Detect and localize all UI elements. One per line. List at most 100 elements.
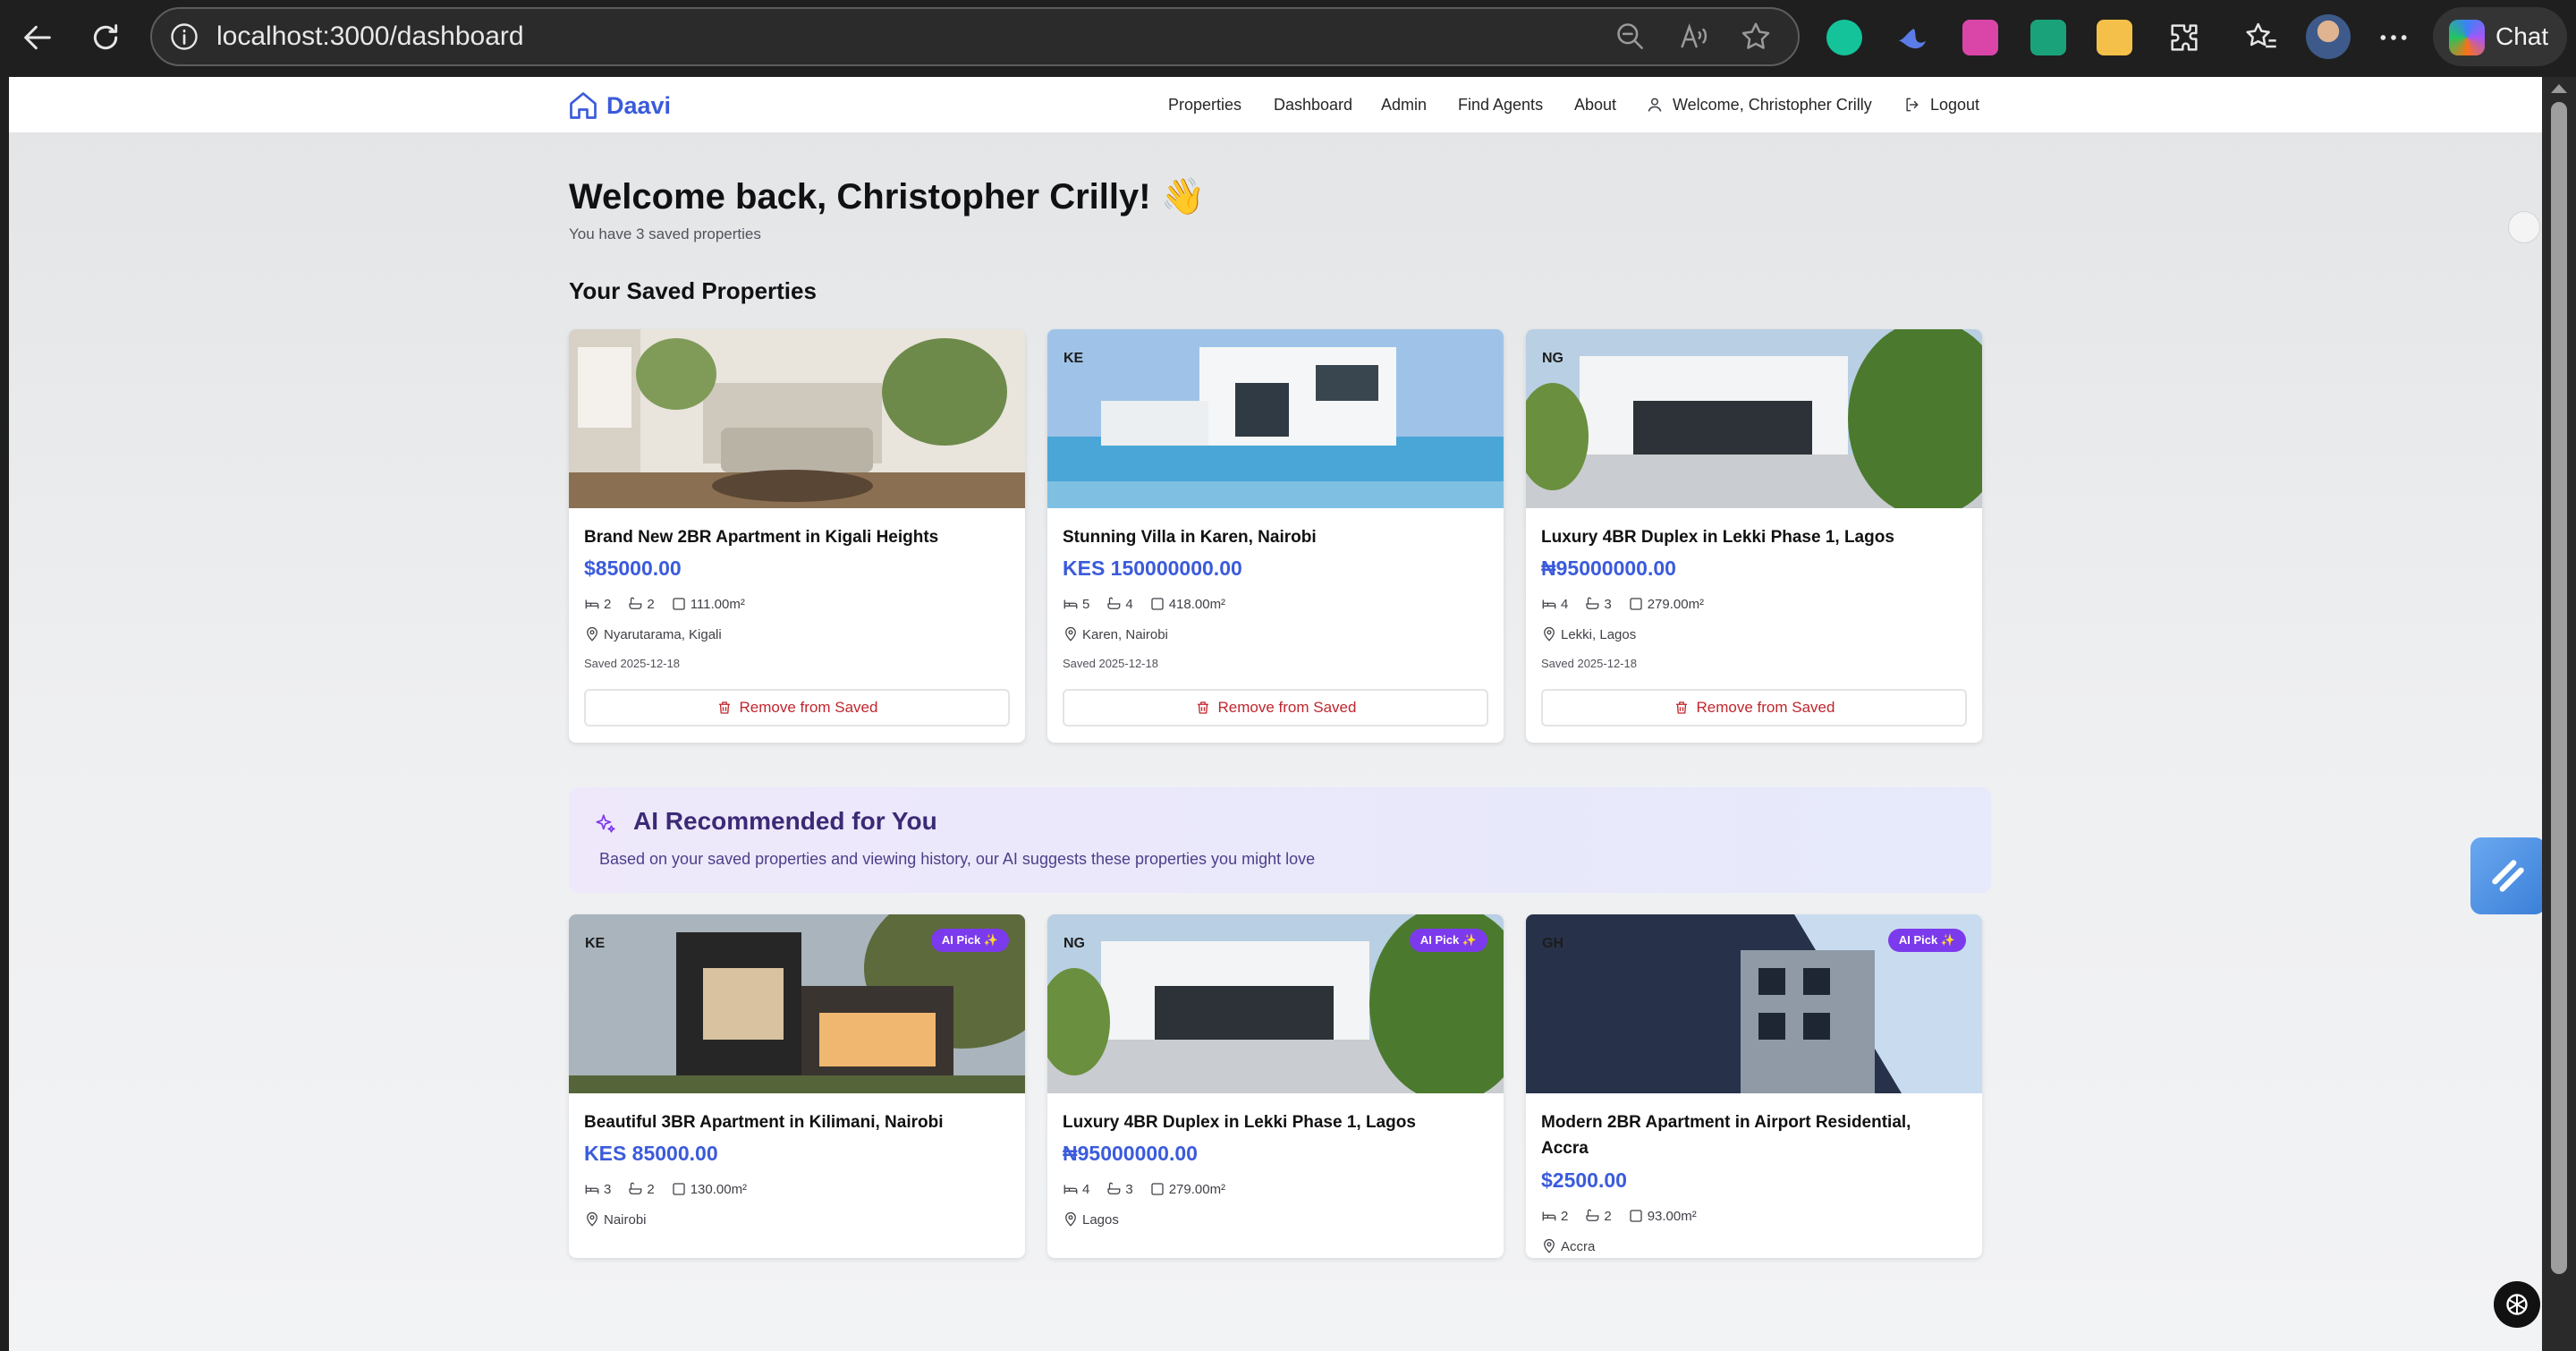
extension-chatgpt-icon[interactable] bbox=[2030, 20, 2066, 55]
beds-count: 2 bbox=[1561, 1208, 1569, 1224]
property-specs: 5 4 418.00m² bbox=[1063, 596, 1241, 612]
scroll-up-arrow-icon[interactable] bbox=[2551, 84, 2567, 93]
bath-icon bbox=[629, 1182, 642, 1194]
page-viewport: Daavi Properties Dashboard Admin Find Ag… bbox=[9, 77, 2542, 1351]
location-text: Nyarutarama, Kigali bbox=[604, 626, 722, 642]
recommended-property-card[interactable]: KE AI Pick ✨ Beautiful 3BR Apartment in … bbox=[569, 914, 1025, 1258]
country-code: NG bbox=[1542, 351, 1563, 366]
property-specs: 3 2 130.00m² bbox=[584, 1181, 763, 1197]
area-square-icon bbox=[673, 1183, 685, 1195]
area-square-icon bbox=[673, 598, 685, 610]
saved-property-card[interactable]: KE Stunning Villa in Karen, Nairobi KES … bbox=[1047, 329, 1504, 743]
favorites-button[interactable] bbox=[2236, 13, 2286, 63]
property-price: KES 150000000.00 bbox=[1063, 557, 1242, 580]
property-photo[interactable] bbox=[1526, 329, 1982, 508]
area-value: 93.00m² bbox=[1647, 1208, 1697, 1224]
ai-recommendations-banner: AI Recommended for You Based on your sav… bbox=[569, 787, 1991, 893]
back-button[interactable] bbox=[13, 13, 63, 63]
property-photo[interactable] bbox=[569, 329, 1025, 508]
read-aloud-icon[interactable] bbox=[1678, 20, 1712, 54]
copilot-chat-button[interactable]: Chat bbox=[2433, 7, 2567, 66]
reload-button[interactable] bbox=[80, 13, 131, 63]
trash-icon bbox=[1197, 701, 1208, 714]
bath-icon bbox=[1586, 1209, 1599, 1221]
trash-icon bbox=[718, 701, 730, 714]
zoom-icon[interactable] bbox=[1614, 20, 1648, 54]
beds-count: 4 bbox=[1561, 596, 1569, 612]
property-photo[interactable] bbox=[1047, 329, 1504, 508]
saved-date: Saved 2025-12-18 bbox=[1063, 657, 1158, 670]
address-bar[interactable]: localhost:3000/dashboard bbox=[150, 7, 1800, 66]
recommended-property-card[interactable]: NG AI Pick ✨ Luxury 4BR Duplex in Lekki … bbox=[1047, 914, 1504, 1258]
bath-icon bbox=[1107, 597, 1121, 609]
saved-properties-heading: Your Saved Properties bbox=[569, 277, 817, 304]
scrollbar-thumb[interactable] bbox=[2551, 102, 2567, 1274]
property-specs: 2 2 93.00m² bbox=[1541, 1208, 1713, 1224]
property-title[interactable]: Luxury 4BR Duplex in Lekki Phase 1, Lago… bbox=[1063, 1109, 1483, 1135]
area-square-icon bbox=[1151, 1183, 1164, 1195]
property-specs: 2 2 111.00m² bbox=[584, 596, 761, 612]
property-title[interactable]: Stunning Villa in Karen, Nairobi bbox=[1063, 524, 1483, 550]
floating-assistant-button[interactable] bbox=[2470, 837, 2546, 914]
copilot-icon bbox=[2449, 20, 2485, 55]
property-title[interactable]: Modern 2BR Apartment in Airport Resident… bbox=[1541, 1109, 1962, 1161]
page-scrollbar[interactable] bbox=[2542, 77, 2576, 1351]
more-menu-button[interactable] bbox=[2368, 13, 2419, 63]
location-text: Accra bbox=[1561, 1238, 1596, 1254]
side-widget-button[interactable] bbox=[2508, 211, 2540, 243]
bath-icon bbox=[1586, 597, 1599, 609]
beds-count: 3 bbox=[604, 1181, 612, 1197]
nav-admin[interactable]: Admin bbox=[1381, 77, 1427, 132]
property-specs: 4 3 279.00m² bbox=[1063, 1181, 1241, 1197]
nav-about[interactable]: About bbox=[1574, 77, 1616, 132]
brand-logo[interactable]: Daavi bbox=[567, 89, 671, 122]
grammarly-extension-icon[interactable] bbox=[1826, 20, 1862, 55]
nav-properties[interactable]: Properties bbox=[1168, 77, 1241, 132]
property-title[interactable]: Luxury 4BR Duplex in Lekki Phase 1, Lago… bbox=[1541, 524, 1962, 550]
nav-find-agents[interactable]: Find Agents bbox=[1458, 77, 1543, 132]
puzzle-icon bbox=[2171, 24, 2198, 51]
trash-icon bbox=[1675, 701, 1687, 714]
extension-notes-icon[interactable] bbox=[2097, 20, 2132, 55]
baths-count: 2 bbox=[1604, 1208, 1612, 1224]
home-icon bbox=[570, 92, 597, 119]
nav-dashboard[interactable]: Dashboard bbox=[1274, 77, 1352, 132]
extensions-button[interactable] bbox=[2159, 13, 2209, 63]
sparkles-icon bbox=[596, 814, 615, 833]
property-title[interactable]: Beautiful 3BR Apartment in Kilimani, Nai… bbox=[584, 1109, 1004, 1135]
logout-icon bbox=[1906, 98, 1919, 112]
browser-toolbar: localhost:3000/dashboard Chat bbox=[0, 0, 2576, 77]
country-code: KE bbox=[1063, 351, 1084, 366]
map-pin-icon bbox=[587, 1211, 597, 1227]
nav-welcome-user[interactable]: Welcome, Christopher Crilly bbox=[1673, 77, 1872, 132]
remove-from-saved-button[interactable]: Remove from Saved bbox=[1063, 689, 1488, 726]
saved-property-card[interactable]: Brand New 2BR Apartment in Kigali Height… bbox=[569, 329, 1025, 743]
property-location: Lagos bbox=[1063, 1211, 1119, 1228]
extension-bird-icon[interactable] bbox=[1894, 20, 1930, 55]
bath-icon bbox=[629, 597, 642, 609]
location-text: Lagos bbox=[1082, 1211, 1119, 1228]
saved-date: Saved 2025-12-18 bbox=[1541, 657, 1637, 670]
recommended-property-card[interactable]: GH AI Pick ✨ Modern 2BR Apartment in Air… bbox=[1526, 914, 1982, 1258]
chatgpt-floating-button[interactable] bbox=[2494, 1281, 2540, 1328]
profile-avatar[interactable] bbox=[2306, 14, 2351, 59]
site-info-icon[interactable] bbox=[168, 21, 200, 53]
favorite-star-icon[interactable] bbox=[1739, 20, 1773, 54]
assistant-logo-icon bbox=[2492, 860, 2524, 892]
property-location: Accra bbox=[1541, 1238, 1595, 1254]
ai-section-title: AI Recommended for You bbox=[633, 807, 937, 835]
bed-icon bbox=[585, 599, 599, 609]
area-value: 418.00m² bbox=[1168, 596, 1226, 612]
remove-from-saved-button[interactable]: Remove from Saved bbox=[1541, 689, 1967, 726]
extension-video-icon[interactable] bbox=[1962, 20, 1998, 55]
remove-from-saved-button[interactable]: Remove from Saved bbox=[584, 689, 1010, 726]
ai-pick-badge: AI Pick ✨ bbox=[1887, 929, 1966, 952]
area-square-icon bbox=[1151, 598, 1164, 610]
property-title[interactable]: Brand New 2BR Apartment in Kigali Height… bbox=[584, 524, 1004, 550]
area-square-icon bbox=[1630, 1210, 1642, 1222]
ai-section-description: Based on your saved properties and viewi… bbox=[599, 850, 1316, 868]
url-text[interactable]: localhost:3000/dashboard bbox=[216, 9, 524, 64]
saved-property-card[interactable]: NG Luxury 4BR Duplex in Lekki Phase 1, L… bbox=[1526, 329, 1982, 743]
location-text: Karen, Nairobi bbox=[1082, 626, 1168, 642]
nav-logout[interactable]: Logout bbox=[1930, 77, 1979, 132]
